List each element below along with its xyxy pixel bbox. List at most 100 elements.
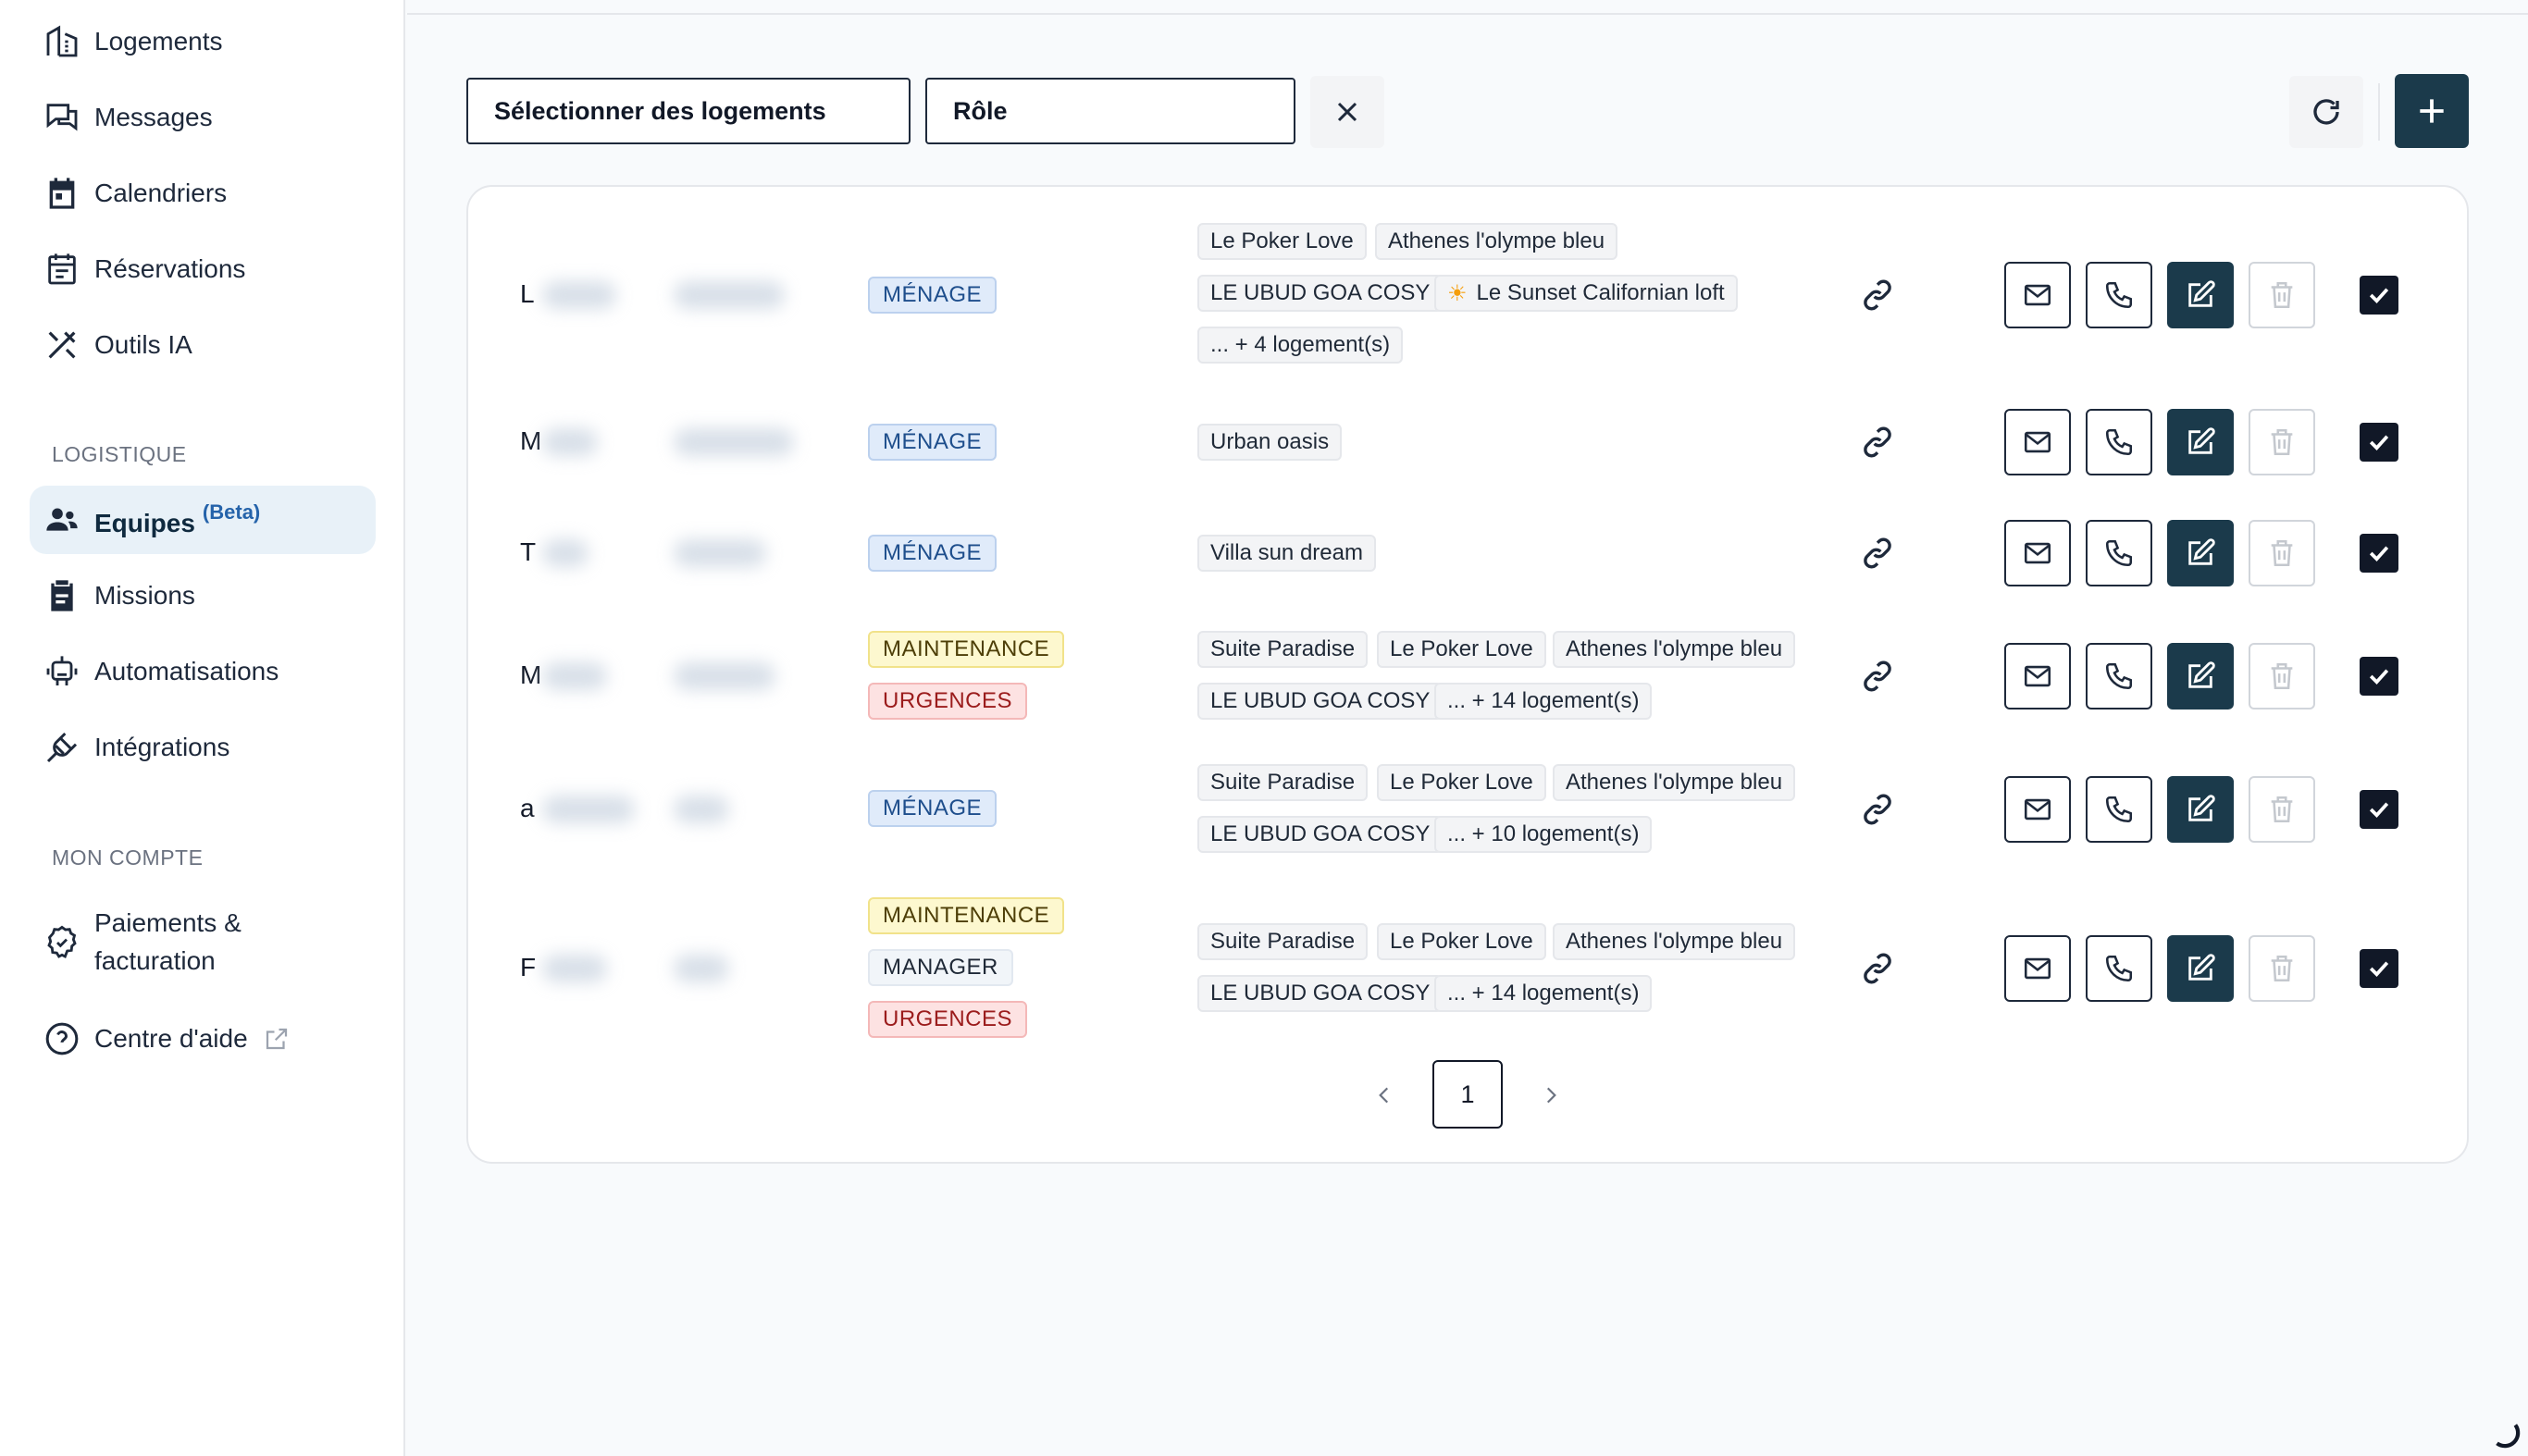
redacted-name — [542, 428, 598, 456]
sidebar-item-integrations[interactable]: Intégrations — [30, 713, 376, 782]
role-select[interactable]: Rôle — [925, 78, 1295, 144]
logement-chip: Urban oasis — [1197, 424, 1343, 461]
sidebar-item-label: Missions — [94, 580, 195, 610]
delete-button[interactable] — [2249, 409, 2315, 475]
redacted-phone — [674, 796, 729, 823]
call-button[interactable] — [2086, 262, 2152, 328]
call-button[interactable] — [2086, 935, 2152, 1002]
active-checkbox[interactable] — [2360, 790, 2398, 829]
logements-select-placeholder: Sélectionner des logements — [494, 96, 826, 125]
role-badge: MÉNAGE — [868, 790, 998, 827]
sidebar-item-label: Logements — [94, 26, 223, 56]
chevron-right-icon — [1546, 1087, 1556, 1104]
redacted-phone — [674, 955, 729, 982]
pagination-prev-button[interactable] — [1366, 1077, 1403, 1114]
sidebar-item-logements[interactable]: Logements — [30, 7, 376, 76]
sidebar-item-calendriers[interactable]: Calendriers — [30, 159, 376, 228]
sidebar-item-equipes[interactable]: Equipes (Beta) — [30, 486, 376, 554]
member-name: M — [520, 660, 542, 689]
table-row[interactable]: F MAINTENANCE MANAGER URGENCES Suite Par… — [468, 875, 2467, 1060]
delete-button[interactable] — [2249, 262, 2315, 328]
edit-button[interactable] — [2167, 520, 2234, 586]
buildings-icon — [30, 23, 94, 60]
email-button[interactable] — [2004, 409, 2071, 475]
logement-chip: Suite Paradise — [1197, 631, 1369, 668]
email-button[interactable] — [2004, 776, 2071, 843]
phone-icon — [2105, 955, 2133, 982]
edit-button[interactable] — [2167, 262, 2234, 328]
email-button[interactable] — [2004, 935, 2071, 1002]
chat-icon — [30, 99, 94, 136]
check-icon — [2369, 546, 2389, 561]
email-button[interactable] — [2004, 520, 2071, 586]
clear-filters-button[interactable] — [1310, 76, 1384, 148]
member-name: T — [520, 537, 537, 566]
external-link-icon — [263, 1025, 291, 1053]
logement-chip: LE UBUD GOA COSY — [1197, 275, 1444, 312]
link-icon[interactable] — [1856, 421, 1899, 463]
role-badge: MAINTENANCE — [868, 897, 1065, 934]
table-row[interactable]: a MÉNAGE Suite Paradise Le Poker Love At… — [468, 746, 2467, 871]
sidebar-item-label: Calendriers — [94, 178, 228, 207]
call-button[interactable] — [2086, 776, 2152, 843]
table-row[interactable]: T MÉNAGE Villa sun dream — [468, 511, 2467, 594]
delete-button[interactable] — [2249, 643, 2315, 709]
link-icon[interactable] — [1856, 532, 1899, 574]
email-button[interactable] — [2004, 643, 2071, 709]
active-checkbox[interactable] — [2360, 657, 2398, 696]
phone-icon — [2105, 796, 2133, 823]
edit-button[interactable] — [2167, 409, 2234, 475]
redacted-name — [542, 539, 589, 567]
edit-button[interactable] — [2167, 643, 2234, 709]
billing-icon — [30, 924, 94, 961]
logement-chip: Suite Paradise — [1197, 764, 1369, 801]
active-checkbox[interactable] — [2360, 534, 2398, 573]
sidebar-item-reservations[interactable]: Réservations — [30, 235, 376, 303]
sidebar-item-centre-aide[interactable]: Centre d'aide — [30, 1005, 376, 1073]
robot-icon — [30, 653, 94, 690]
check-icon — [2369, 669, 2389, 685]
redacted-name — [542, 662, 607, 690]
call-button[interactable] — [2086, 643, 2152, 709]
sidebar-item-missions[interactable]: Missions — [30, 561, 376, 630]
delete-button[interactable] — [2249, 776, 2315, 843]
table-row[interactable]: L MÉNAGE Le Poker Love Athenes l'olympe … — [468, 187, 2467, 400]
role-badge: URGENCES — [868, 683, 1028, 720]
logement-chip: LE UBUD GOA COSY — [1197, 683, 1444, 720]
active-checkbox[interactable] — [2360, 423, 2398, 462]
sidebar-item-paiements[interactable]: Paiements & facturation — [30, 905, 376, 981]
link-icon[interactable] — [1856, 274, 1899, 316]
sidebar-item-label: Réservations — [94, 253, 246, 283]
link-icon[interactable] — [1856, 655, 1899, 697]
team-table-card: L MÉNAGE Le Poker Love Athenes l'olympe … — [466, 185, 2469, 1164]
phone-icon — [2105, 662, 2133, 690]
table-row[interactable]: M MAINTENANCE URGENCES Suite Paradise Le… — [468, 612, 2467, 738]
section-title-logistique: LOGISTIQUE — [52, 442, 187, 466]
active-checkbox[interactable] — [2360, 276, 2398, 315]
edit-button[interactable] — [2167, 776, 2234, 843]
sidebar-item-automatisations[interactable]: Automatisations — [30, 637, 376, 706]
delete-button[interactable] — [2249, 935, 2315, 1002]
pagination-page-current[interactable]: 1 — [1432, 1060, 1503, 1129]
refresh-button[interactable] — [2289, 76, 2363, 148]
sidebar-item-messages[interactable]: Messages — [30, 83, 376, 152]
add-member-button[interactable] — [2395, 74, 2469, 148]
active-checkbox[interactable] — [2360, 949, 2398, 988]
toolbar-divider — [2378, 83, 2380, 141]
edit-icon — [2188, 661, 2215, 688]
logement-more-chip: ... + 10 logement(s) — [1434, 816, 1653, 853]
tools-icon — [30, 327, 94, 364]
link-icon[interactable] — [1856, 788, 1899, 831]
logement-chip: ☀ Le Sunset Californian loft — [1434, 275, 1738, 312]
link-icon[interactable] — [1856, 947, 1899, 990]
email-button[interactable] — [2004, 262, 2071, 328]
pagination-next-button[interactable] — [1532, 1077, 1569, 1114]
call-button[interactable] — [2086, 520, 2152, 586]
table-row[interactable]: M MÉNAGE Urban oasis — [468, 400, 2467, 483]
logements-select[interactable]: Sélectionner des logements — [466, 78, 911, 144]
edit-button[interactable] — [2167, 935, 2234, 1002]
call-button[interactable] — [2086, 409, 2152, 475]
sidebar-item-outils-ia[interactable]: Outils IA — [30, 311, 376, 379]
delete-button[interactable] — [2249, 520, 2315, 586]
logement-chip: Villa sun dream — [1197, 535, 1376, 572]
